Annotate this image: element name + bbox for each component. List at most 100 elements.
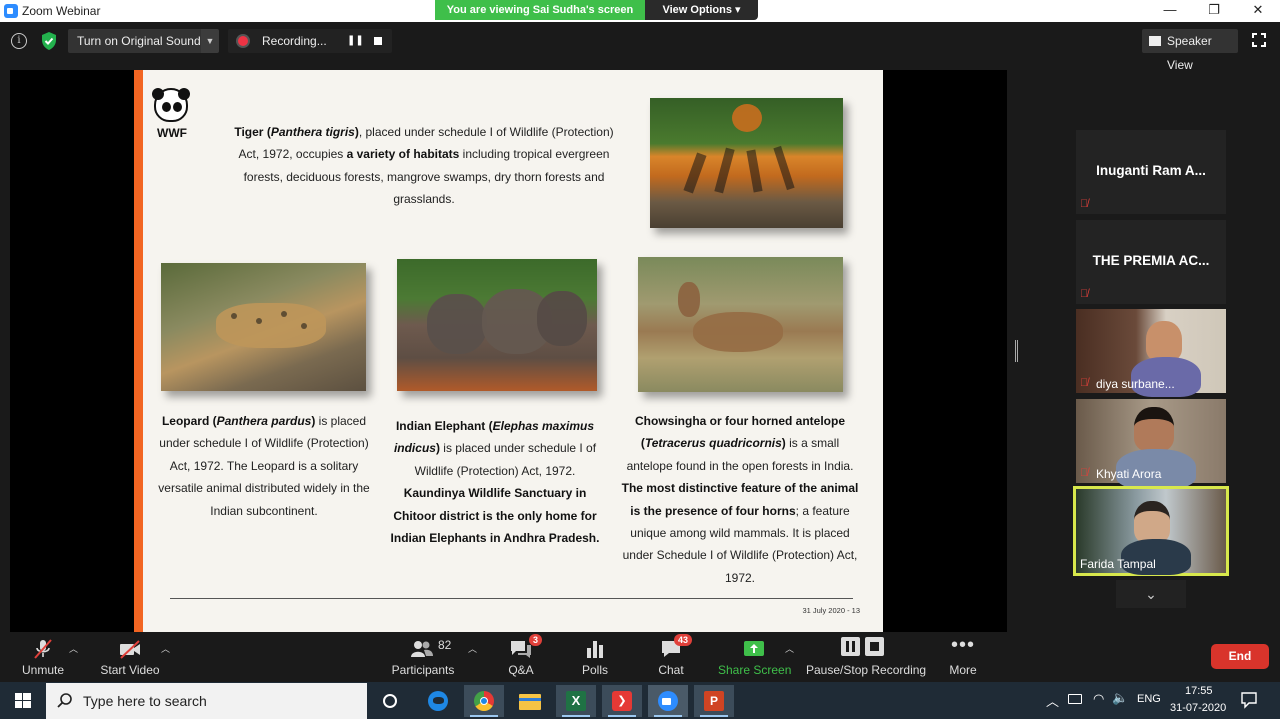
battery-icon[interactable] bbox=[1068, 694, 1082, 704]
recording-label: Recording... bbox=[262, 34, 327, 48]
windows-start-icon[interactable] bbox=[0, 682, 46, 719]
chat-badge: 43 bbox=[674, 634, 693, 646]
qa-badge: 3 bbox=[529, 634, 543, 646]
panda-icon bbox=[152, 88, 190, 122]
zoom-taskbar-icon[interactable] bbox=[648, 685, 688, 717]
participant-name: diya surbane... bbox=[1096, 377, 1175, 391]
chevron-down-icon[interactable]: ⌄ bbox=[1116, 580, 1186, 608]
excel-icon[interactable]: X bbox=[556, 685, 596, 717]
pause-stop-recording-button[interactable]: Pause/Stop Recording bbox=[806, 632, 927, 682]
leopard-photo bbox=[161, 263, 366, 391]
share-screen-label: Share Screen bbox=[718, 663, 792, 677]
participant-tile[interactable]: THE PREMIA AC... 🎙̸ bbox=[1076, 220, 1226, 304]
file-explorer-icon[interactable] bbox=[510, 685, 550, 717]
participants-button[interactable]: 82 Participants bbox=[388, 632, 458, 682]
window-title: Zoom Webinar bbox=[22, 4, 101, 18]
start-video-label: Start Video bbox=[100, 663, 160, 677]
presentation-slide: WWF Tiger (Panthera tigris), placed unde… bbox=[134, 70, 883, 632]
recording-dot-icon bbox=[238, 36, 248, 46]
muted-mic-icon: 🎙̸ bbox=[1080, 377, 1089, 389]
muted-mic-icon: 🎙̸ bbox=[1080, 467, 1089, 479]
meeting-toolbar: Unmute ︿ Start Video ︿ 82 Participants ︿… bbox=[0, 632, 1280, 682]
polls-button[interactable]: Polls bbox=[572, 632, 618, 682]
edge-browser-icon[interactable] bbox=[418, 685, 458, 717]
participants-label: Participants bbox=[391, 663, 455, 677]
pause-stop-icons bbox=[841, 637, 885, 659]
clock-time[interactable]: 17:55 bbox=[1185, 685, 1213, 697]
participant-video-tile[interactable]: 🎙̸ diya surbane... bbox=[1076, 309, 1226, 397]
muted-mic-icon: 🎙̸ bbox=[1080, 198, 1089, 210]
pause-stop-label: Pause/Stop Recording bbox=[806, 663, 927, 677]
wwf-logo-text: WWF bbox=[157, 126, 187, 140]
qa-button[interactable]: 3 Q&A bbox=[498, 632, 544, 682]
volume-icon[interactable]: 🔈 bbox=[1112, 690, 1128, 706]
chat-button[interactable]: 43 Chat bbox=[648, 632, 694, 682]
chevron-up-icon[interactable]: ︿ bbox=[1046, 691, 1059, 710]
polls-icon bbox=[587, 641, 603, 658]
original-sound-button[interactable]: Turn on Original Sound bbox=[68, 29, 201, 53]
unmute-label: Unmute bbox=[21, 663, 65, 677]
video-off-icon bbox=[120, 640, 140, 659]
slide-footer: 31 July 2020 - 13 bbox=[802, 606, 860, 615]
chrome-browser-icon[interactable] bbox=[464, 685, 504, 717]
chevron-up-icon[interactable]: ︿ bbox=[161, 642, 170, 655]
slide-divider bbox=[170, 598, 853, 599]
maximize-button[interactable]: ❐ bbox=[1192, 0, 1236, 22]
powerpoint-icon[interactable]: P bbox=[694, 685, 734, 717]
participants-count: 82 bbox=[438, 638, 452, 652]
view-options-button[interactable]: View Options ▾ bbox=[645, 0, 758, 20]
taskbar-search-input[interactable]: Type here to search bbox=[46, 683, 367, 719]
notifications-icon[interactable] bbox=[1240, 691, 1258, 709]
participant-video-tile[interactable]: 🎙̸ Khyati Arora bbox=[1076, 399, 1226, 489]
meeting-top-bar: i Turn on Original Sound ▼ Recording... … bbox=[0, 22, 1280, 72]
polls-label: Polls bbox=[581, 663, 608, 677]
more-label: More bbox=[949, 663, 977, 677]
end-meeting-button[interactable]: End bbox=[1211, 644, 1269, 669]
clock-date[interactable]: 31-07-2020 bbox=[1170, 702, 1226, 714]
speaker-view-button[interactable]: Speaker View bbox=[1142, 29, 1238, 72]
participant-name: Inuganti Ram A... bbox=[1096, 163, 1206, 178]
presentation-app-icon[interactable]: ❯ bbox=[602, 685, 642, 717]
pause-recording-icon[interactable]: ❚❚ bbox=[347, 35, 364, 47]
chevron-up-icon[interactable]: ︿ bbox=[785, 642, 794, 655]
shield-check-icon[interactable] bbox=[40, 31, 58, 51]
leopard-description: Leopard (Panthera pardus) is placed unde… bbox=[158, 414, 370, 518]
active-speaker-tile[interactable]: Farida Tampal bbox=[1073, 486, 1229, 576]
wifi-icon[interactable]: ◠ bbox=[1093, 691, 1104, 707]
tiger-photo bbox=[650, 98, 843, 228]
unmute-button[interactable]: Unmute bbox=[15, 632, 71, 682]
start-video-button[interactable]: Start Video bbox=[96, 632, 164, 682]
chevron-down-icon[interactable]: ▼ bbox=[201, 29, 219, 53]
fullscreen-icon[interactable] bbox=[1252, 33, 1266, 47]
share-screen-button[interactable]: Share Screen bbox=[718, 632, 792, 682]
chevron-up-icon[interactable]: ︿ bbox=[69, 642, 78, 655]
search-icon bbox=[57, 693, 72, 708]
task-view-icon[interactable] bbox=[370, 685, 410, 717]
wwf-logo: WWF bbox=[152, 88, 192, 140]
more-icon: ••• bbox=[951, 634, 976, 656]
windows-taskbar: Type here to search X ❯ P ︿ ◠ 🔈 ENG 17:5… bbox=[0, 682, 1280, 719]
elephant-description: Indian Elephant (Elephas maximus indicus… bbox=[390, 419, 600, 546]
panel-resize-handle[interactable] bbox=[1015, 340, 1018, 362]
minimize-button[interactable]: — bbox=[1148, 0, 1192, 22]
speaker-view-label: Speaker View bbox=[1167, 34, 1212, 72]
elephant-photo bbox=[397, 259, 597, 391]
more-button[interactable]: ••• More bbox=[940, 632, 986, 682]
stop-recording-icon[interactable] bbox=[374, 37, 382, 45]
info-icon[interactable]: i bbox=[11, 33, 27, 49]
antelope-photo bbox=[638, 257, 843, 392]
participant-name: THE PREMIA AC... bbox=[1092, 253, 1210, 268]
search-placeholder: Type here to search bbox=[83, 693, 207, 709]
close-button[interactable]: ✕ bbox=[1236, 0, 1280, 22]
speaker-view-icon bbox=[1149, 36, 1161, 46]
muted-mic-icon bbox=[34, 639, 52, 659]
participant-name: Farida Tampal bbox=[1080, 557, 1156, 571]
qa-label: Q&A bbox=[508, 663, 534, 677]
share-screen-icon bbox=[744, 641, 764, 656]
tiger-description: Tiger (Panthera tigris), placed under sc… bbox=[234, 125, 614, 207]
participant-tile[interactable]: Inuganti Ram A... 🎙̸ bbox=[1076, 130, 1226, 214]
participants-icon bbox=[411, 641, 433, 657]
language-indicator[interactable]: ENG bbox=[1137, 693, 1161, 705]
chevron-up-icon[interactable]: ︿ bbox=[468, 642, 477, 655]
viewing-screen-banner: You are viewing Sai Sudha's screen bbox=[435, 0, 645, 20]
